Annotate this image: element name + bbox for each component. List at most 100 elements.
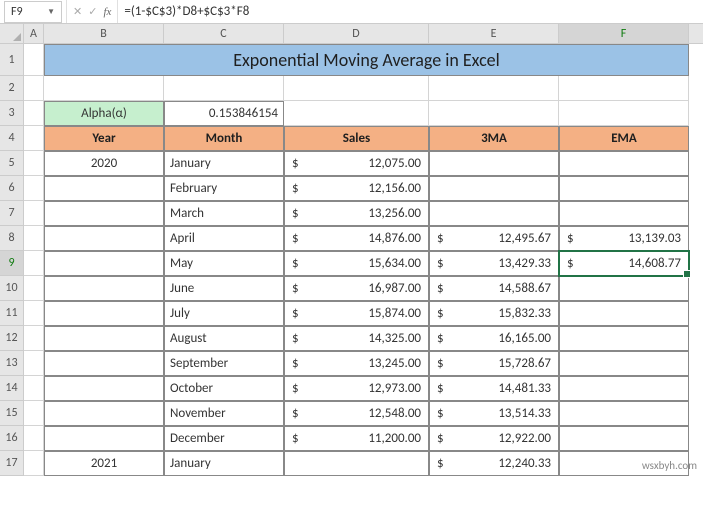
month-cell[interactable]: February <box>164 176 284 201</box>
year-cell[interactable] <box>44 376 164 401</box>
cell[interactable] <box>559 426 689 451</box>
cell[interactable]: $14,876.00 <box>284 226 429 251</box>
name-box[interactable]: F9 ▼ <box>4 1 62 23</box>
cell[interactable]: $12,240.33 <box>429 451 559 476</box>
row-header-13[interactable]: 13 <box>0 351 24 376</box>
cell[interactable]: $14,588.67 <box>429 276 559 301</box>
chevron-down-icon[interactable]: ▼ <box>47 7 55 17</box>
cell[interactable] <box>24 451 44 476</box>
alpha-label[interactable]: Alpha(α) <box>44 101 164 126</box>
cancel-icon[interactable]: ✕ <box>73 5 82 18</box>
cell[interactable]: $12,973.00 <box>284 376 429 401</box>
formula-input[interactable]: =(1-$C$3)*D8+$C$3*F8 <box>118 2 703 21</box>
year-cell[interactable] <box>44 426 164 451</box>
cell[interactable] <box>559 301 689 326</box>
year-cell[interactable] <box>44 326 164 351</box>
cell[interactable] <box>559 201 689 226</box>
month-cell[interactable]: March <box>164 201 284 226</box>
cell[interactable]: $13,429.33 <box>429 251 559 276</box>
column-header-E[interactable]: E <box>429 24 559 43</box>
cell[interactable]: $12,156.00 <box>284 176 429 201</box>
select-all-corner[interactable] <box>0 24 24 44</box>
year-cell[interactable] <box>44 351 164 376</box>
cell[interactable]: $14,481.33 <box>429 376 559 401</box>
cell[interactable] <box>24 376 44 401</box>
row-header-11[interactable]: 11 <box>0 301 24 326</box>
cell[interactable] <box>24 351 44 376</box>
row-header-16[interactable]: 16 <box>0 426 24 451</box>
cell[interactable] <box>559 351 689 376</box>
cell[interactable]: $13,139.03 <box>559 226 689 251</box>
column-header-ma3[interactable]: 3MA <box>429 126 559 151</box>
cell[interactable] <box>24 176 44 201</box>
row-header-3[interactable]: 3 <box>0 101 24 126</box>
cell[interactable] <box>24 426 44 451</box>
cell[interactable] <box>559 176 689 201</box>
cell[interactable] <box>559 151 689 176</box>
year-cell[interactable] <box>44 251 164 276</box>
cell[interactable] <box>559 101 689 126</box>
cell[interactable]: $13,245.00 <box>284 351 429 376</box>
column-header-ema[interactable]: EMA <box>559 126 689 151</box>
column-header-D[interactable]: D <box>284 24 429 43</box>
cell[interactable] <box>429 76 559 101</box>
row-header-14[interactable]: 14 <box>0 376 24 401</box>
column-header-year[interactable]: Year <box>44 126 164 151</box>
cell[interactable] <box>24 276 44 301</box>
year-cell[interactable] <box>44 401 164 426</box>
month-cell[interactable]: June <box>164 276 284 301</box>
cell[interactable] <box>44 76 164 101</box>
column-header-sales[interactable]: Sales <box>284 126 429 151</box>
cell[interactable]: $14,325.00 <box>284 326 429 351</box>
row-header-6[interactable]: 6 <box>0 176 24 201</box>
year-cell[interactable] <box>44 301 164 326</box>
cell[interactable]: $12,922.00 <box>429 426 559 451</box>
cell[interactable] <box>24 101 44 126</box>
cell[interactable] <box>559 376 689 401</box>
column-header-B[interactable]: B <box>44 24 164 43</box>
cell[interactable] <box>24 401 44 426</box>
month-cell[interactable]: January <box>164 151 284 176</box>
cell[interactable] <box>284 76 429 101</box>
row-header-12[interactable]: 12 <box>0 326 24 351</box>
row-header-15[interactable]: 15 <box>0 401 24 426</box>
cell[interactable]: $12,548.00 <box>284 401 429 426</box>
row-header-2[interactable]: 2 <box>0 76 24 101</box>
month-cell[interactable]: July <box>164 301 284 326</box>
cell[interactable]: $16,165.00 <box>429 326 559 351</box>
cell[interactable] <box>24 76 44 101</box>
active-cell[interactable]: $14,608.77 <box>559 251 689 276</box>
accept-icon[interactable]: ✓ <box>88 5 97 18</box>
cell[interactable] <box>164 76 284 101</box>
cell[interactable] <box>24 251 44 276</box>
cell[interactable]: $12,495.67 <box>429 226 559 251</box>
column-header-F[interactable]: F <box>559 24 689 43</box>
month-cell[interactable]: August <box>164 326 284 351</box>
year-cell[interactable] <box>44 201 164 226</box>
cell[interactable] <box>24 126 44 151</box>
cell[interactable] <box>429 176 559 201</box>
cell[interactable] <box>24 301 44 326</box>
cell[interactable] <box>559 401 689 426</box>
year-cell[interactable]: 2020 <box>44 151 164 176</box>
cell[interactable] <box>559 326 689 351</box>
month-cell[interactable]: May <box>164 251 284 276</box>
cell[interactable]: $15,728.67 <box>429 351 559 376</box>
row-header-1[interactable]: 1 <box>0 44 24 76</box>
cell[interactable] <box>24 201 44 226</box>
cell[interactable]: $16,987.00 <box>284 276 429 301</box>
row-header-4[interactable]: 4 <box>0 126 24 151</box>
month-cell[interactable]: November <box>164 401 284 426</box>
cell[interactable] <box>24 151 44 176</box>
year-cell[interactable] <box>44 176 164 201</box>
cell[interactable]: $12,075.00 <box>284 151 429 176</box>
column-header-C[interactable]: C <box>164 24 284 43</box>
cell[interactable] <box>559 276 689 301</box>
column-header-A[interactable]: A <box>24 24 44 43</box>
row-header-8[interactable]: 8 <box>0 226 24 251</box>
year-cell[interactable]: 2021 <box>44 451 164 476</box>
month-cell[interactable]: December <box>164 426 284 451</box>
row-header-10[interactable]: 10 <box>0 276 24 301</box>
page-title[interactable]: Exponential Moving Average in Excel <box>44 44 689 76</box>
alpha-value[interactable]: 0.153846154 <box>164 101 284 126</box>
